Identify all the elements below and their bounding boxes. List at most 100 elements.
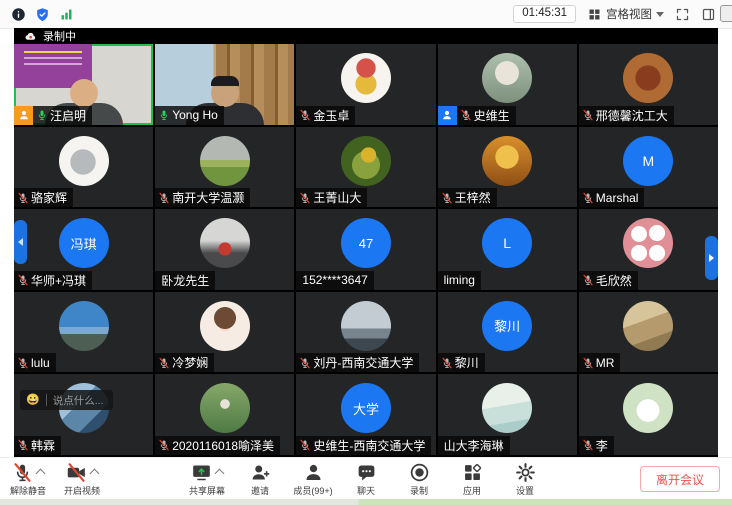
participant-tile[interactable]: 冷梦娴 [155, 292, 294, 373]
participant-tile[interactable]: 大学史维生-西南交通大学 [296, 374, 435, 455]
participant-label-row: Yong Ho [155, 106, 224, 125]
mic-muted-icon [582, 109, 594, 121]
participant-name-label: 汪启明 [33, 106, 92, 125]
participant-name: MR [596, 356, 615, 370]
mic-muted-icon [299, 192, 311, 204]
leave-meeting-button[interactable]: 离开会议 [640, 466, 720, 492]
participant-tile[interactable]: 韩霖 😀说点什么... [14, 374, 153, 455]
chevron-up-icon[interactable] [36, 468, 46, 478]
participant-label-row: 韩霖 [14, 436, 61, 455]
participant-name: 山大李海琳 [444, 437, 504, 454]
fullscreen-icon[interactable] [674, 6, 690, 22]
participant-name-label: 山大李海琳 [438, 436, 510, 455]
mic-muted-icon [299, 109, 311, 121]
participant-tile[interactable]: 山大李海琳 [438, 374, 577, 455]
participant-tile[interactable]: 卧龙先生 [155, 209, 294, 290]
chevron-up-icon[interactable] [215, 468, 225, 478]
initial-avatar: M [623, 136, 673, 186]
participant-label-row: 骆家辉 [14, 188, 73, 207]
info-icon[interactable] [10, 6, 26, 22]
view-mode-label: 宫格视图 [606, 6, 652, 22]
participant-tile[interactable]: 南开大学温灏 [155, 127, 294, 208]
participant-name-label: 邢德馨沈工大 [579, 106, 674, 125]
field-landscape-avatar [200, 136, 250, 186]
toolbar-item-invite[interactable]: 邀请 [240, 462, 280, 497]
participant-tile[interactable]: lulu [14, 292, 153, 373]
apps-icon [462, 462, 483, 483]
toolbar-item-camera-off[interactable]: 开启视频 [62, 462, 102, 497]
toolbar-item-chat[interactable]: 聊天 [346, 462, 386, 497]
toolbar-item-settings[interactable]: 设置 [505, 462, 545, 497]
bird-on-branch-avatar [341, 136, 391, 186]
participant-label-row: 汪启明 [14, 106, 92, 125]
participant-tile[interactable]: MMarshal [579, 127, 718, 208]
participant-tile[interactable]: 毛欣然 [579, 209, 718, 290]
participant-tile[interactable]: 47152****3647 [296, 209, 435, 290]
shield-icon[interactable] [34, 6, 50, 22]
mic-muted-icon [158, 439, 170, 451]
participant-tile[interactable]: 黎川黎川 [438, 292, 577, 373]
toolbar-item-apps[interactable]: 应用 [452, 462, 492, 497]
participant-tile[interactable]: Yong Ho [155, 44, 294, 125]
network-signal-icon[interactable] [58, 6, 74, 22]
participant-name: Yong Ho [172, 108, 218, 122]
participant-tile[interactable]: Lliming [438, 209, 577, 290]
participant-label-row: liming [438, 271, 481, 290]
participant-name: 冷梦娴 [172, 354, 208, 371]
participant-tile[interactable]: 2020116018喻泽美 [155, 374, 294, 455]
window-titlebar: 01:45:31 宫格视图 [0, 0, 732, 29]
previous-page-arrow[interactable] [14, 220, 27, 264]
participant-label-row: 刘丹-西南交通大学 [296, 353, 419, 372]
food-dish-avatar [623, 53, 673, 103]
participant-name-label: 冷梦娴 [155, 353, 214, 372]
participant-tile[interactable]: 金玉卓 [296, 44, 435, 125]
participant-label-row: 卧龙先生 [155, 271, 215, 290]
participant-tile[interactable]: 李 [579, 374, 718, 455]
participant-name-label: 2020116018喻泽美 [155, 436, 280, 455]
meeting-window: 01:45:31 宫格视图 录制中 汪启明Yong Ho金玉卓史维生邢德馨沈工大… [0, 0, 732, 505]
initial-avatar: 冯琪 [59, 218, 109, 268]
participant-tile[interactable]: MR [579, 292, 718, 373]
participant-name: 汪启明 [50, 107, 86, 124]
view-mode-selector[interactable]: 宫格视图 [586, 6, 664, 22]
toolbar-item-mic-off[interactable]: 解除静音 [8, 462, 48, 497]
participant-label-row: MR [579, 353, 621, 372]
camera-off-icon [66, 462, 87, 483]
side-panel-icon[interactable] [700, 6, 716, 22]
toolbar-item-label: 共享屏幕 [189, 484, 225, 497]
participant-name-label: 毛欣然 [579, 271, 638, 290]
toolbar-item-label: 邀请 [251, 484, 269, 497]
participant-label-row: 山大李海琳 [438, 436, 510, 455]
mic-muted-icon [17, 357, 29, 369]
participant-name-label: 王菁山大 [296, 188, 367, 207]
participant-tile[interactable]: 邢德馨沈工大 [579, 44, 718, 125]
chevron-up-icon[interactable] [90, 468, 100, 478]
mic-muted-icon [17, 274, 29, 286]
mic-muted-icon [17, 192, 29, 204]
emoji-icon[interactable]: 😀 [26, 395, 40, 406]
next-page-arrow[interactable] [705, 236, 718, 280]
participant-label-row: 史维生-西南交通大学 [296, 436, 431, 455]
participant-tile[interactable]: 汪启明 [14, 44, 153, 125]
mic-active-icon [158, 109, 170, 121]
participant-label-row: 邢德馨沈工大 [579, 106, 674, 125]
chevron-down-icon [656, 12, 664, 17]
toolbar-item-members[interactable]: 成员(99+) [293, 462, 333, 497]
participant-tile[interactable]: 冯琪华师+冯琪 [14, 209, 153, 290]
rabbit-cartoon-avatar [623, 383, 673, 433]
participant-tile[interactable]: 王梓然 [438, 127, 577, 208]
participant-tile[interactable]: 骆家辉 [14, 127, 153, 208]
toolbar-item-record[interactable]: 录制 [399, 462, 439, 497]
quick-chat-input[interactable]: 😀说点什么... [20, 390, 113, 410]
initial-avatar: L [482, 218, 532, 268]
participant-tile[interactable]: 史维生 [438, 44, 577, 125]
toolbar-item-screen-share[interactable]: 共享屏幕 [187, 462, 227, 497]
mic-muted-icon [441, 192, 453, 204]
participant-tile[interactable]: 王菁山大 [296, 127, 435, 208]
participant-tile[interactable]: 刘丹-西南交通大学 [296, 292, 435, 373]
screen-share-icon [191, 462, 212, 483]
mic-muted-icon [158, 357, 170, 369]
chat-icon [356, 462, 377, 483]
toolbar-center-group: 共享屏幕 邀请 成员(99+) 聊天录制应用设置 [187, 458, 545, 500]
toolbar-left-group: 解除静音开启视频 [8, 458, 102, 500]
